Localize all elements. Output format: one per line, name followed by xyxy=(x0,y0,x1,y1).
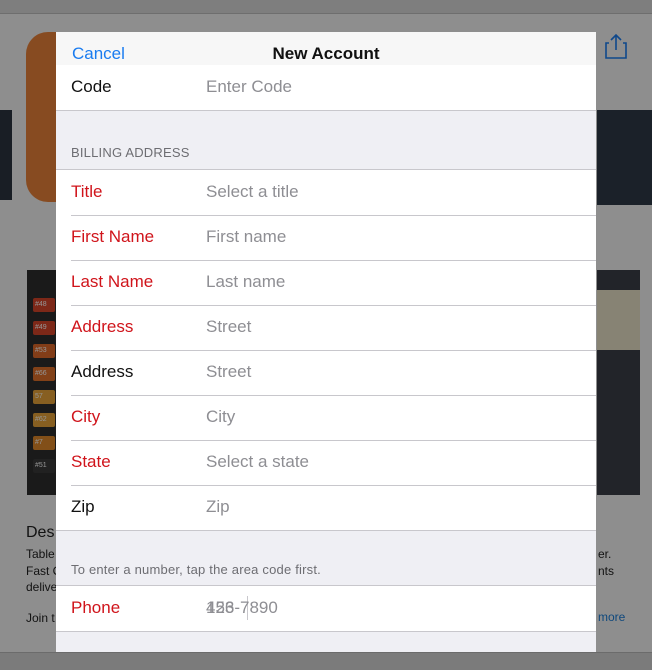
code-label: Code xyxy=(71,77,112,96)
billing-address-section: Title Select a title First Name Last Nam… xyxy=(56,169,596,531)
billing-address-header: BILLING ADDRESS xyxy=(71,145,190,160)
zip-row[interactable]: Zip xyxy=(56,485,596,530)
title-row[interactable]: Title Select a title xyxy=(56,170,596,215)
first-name-input[interactable] xyxy=(206,215,576,259)
zip-input[interactable] xyxy=(206,485,576,529)
city-input[interactable] xyxy=(206,395,576,439)
code-section: Code xyxy=(56,65,596,111)
city-label: City xyxy=(71,407,101,426)
code-row[interactable]: Code xyxy=(56,65,596,110)
state-row[interactable]: State Select a state xyxy=(56,440,596,485)
phone-section: Phone xyxy=(56,585,596,632)
phone-row[interactable]: Phone xyxy=(56,586,596,631)
address-line2-row[interactable]: Address xyxy=(56,350,596,395)
new-account-sheet: Cancel New Account Code BILLING ADDRESS … xyxy=(56,32,596,652)
first-name-row[interactable]: First Name xyxy=(56,215,596,260)
title-select[interactable]: Select a title xyxy=(206,182,299,202)
phone-label: Phone xyxy=(71,598,121,617)
last-name-row[interactable]: Last Name xyxy=(56,260,596,305)
last-name-label: Last Name xyxy=(71,272,154,291)
address-line1-label: Address xyxy=(71,317,134,336)
title-label: Title xyxy=(71,182,103,201)
zip-label: Zip xyxy=(71,497,95,516)
address-line1-row[interactable]: Address xyxy=(56,305,596,350)
last-name-input[interactable] xyxy=(206,260,576,304)
phone-hint: To enter a number, tap the area code fir… xyxy=(71,562,321,577)
state-select[interactable]: Select a state xyxy=(206,452,309,472)
phone-number-input[interactable] xyxy=(206,586,576,630)
page-title: New Account xyxy=(272,44,380,63)
address-line2-label: Address xyxy=(71,362,134,381)
first-name-label: First Name xyxy=(71,227,155,246)
code-input[interactable] xyxy=(206,65,576,109)
address-line2-input[interactable] xyxy=(206,350,576,394)
address-line1-input[interactable] xyxy=(206,305,576,349)
city-row[interactable]: City xyxy=(56,395,596,440)
state-label: State xyxy=(71,452,111,471)
